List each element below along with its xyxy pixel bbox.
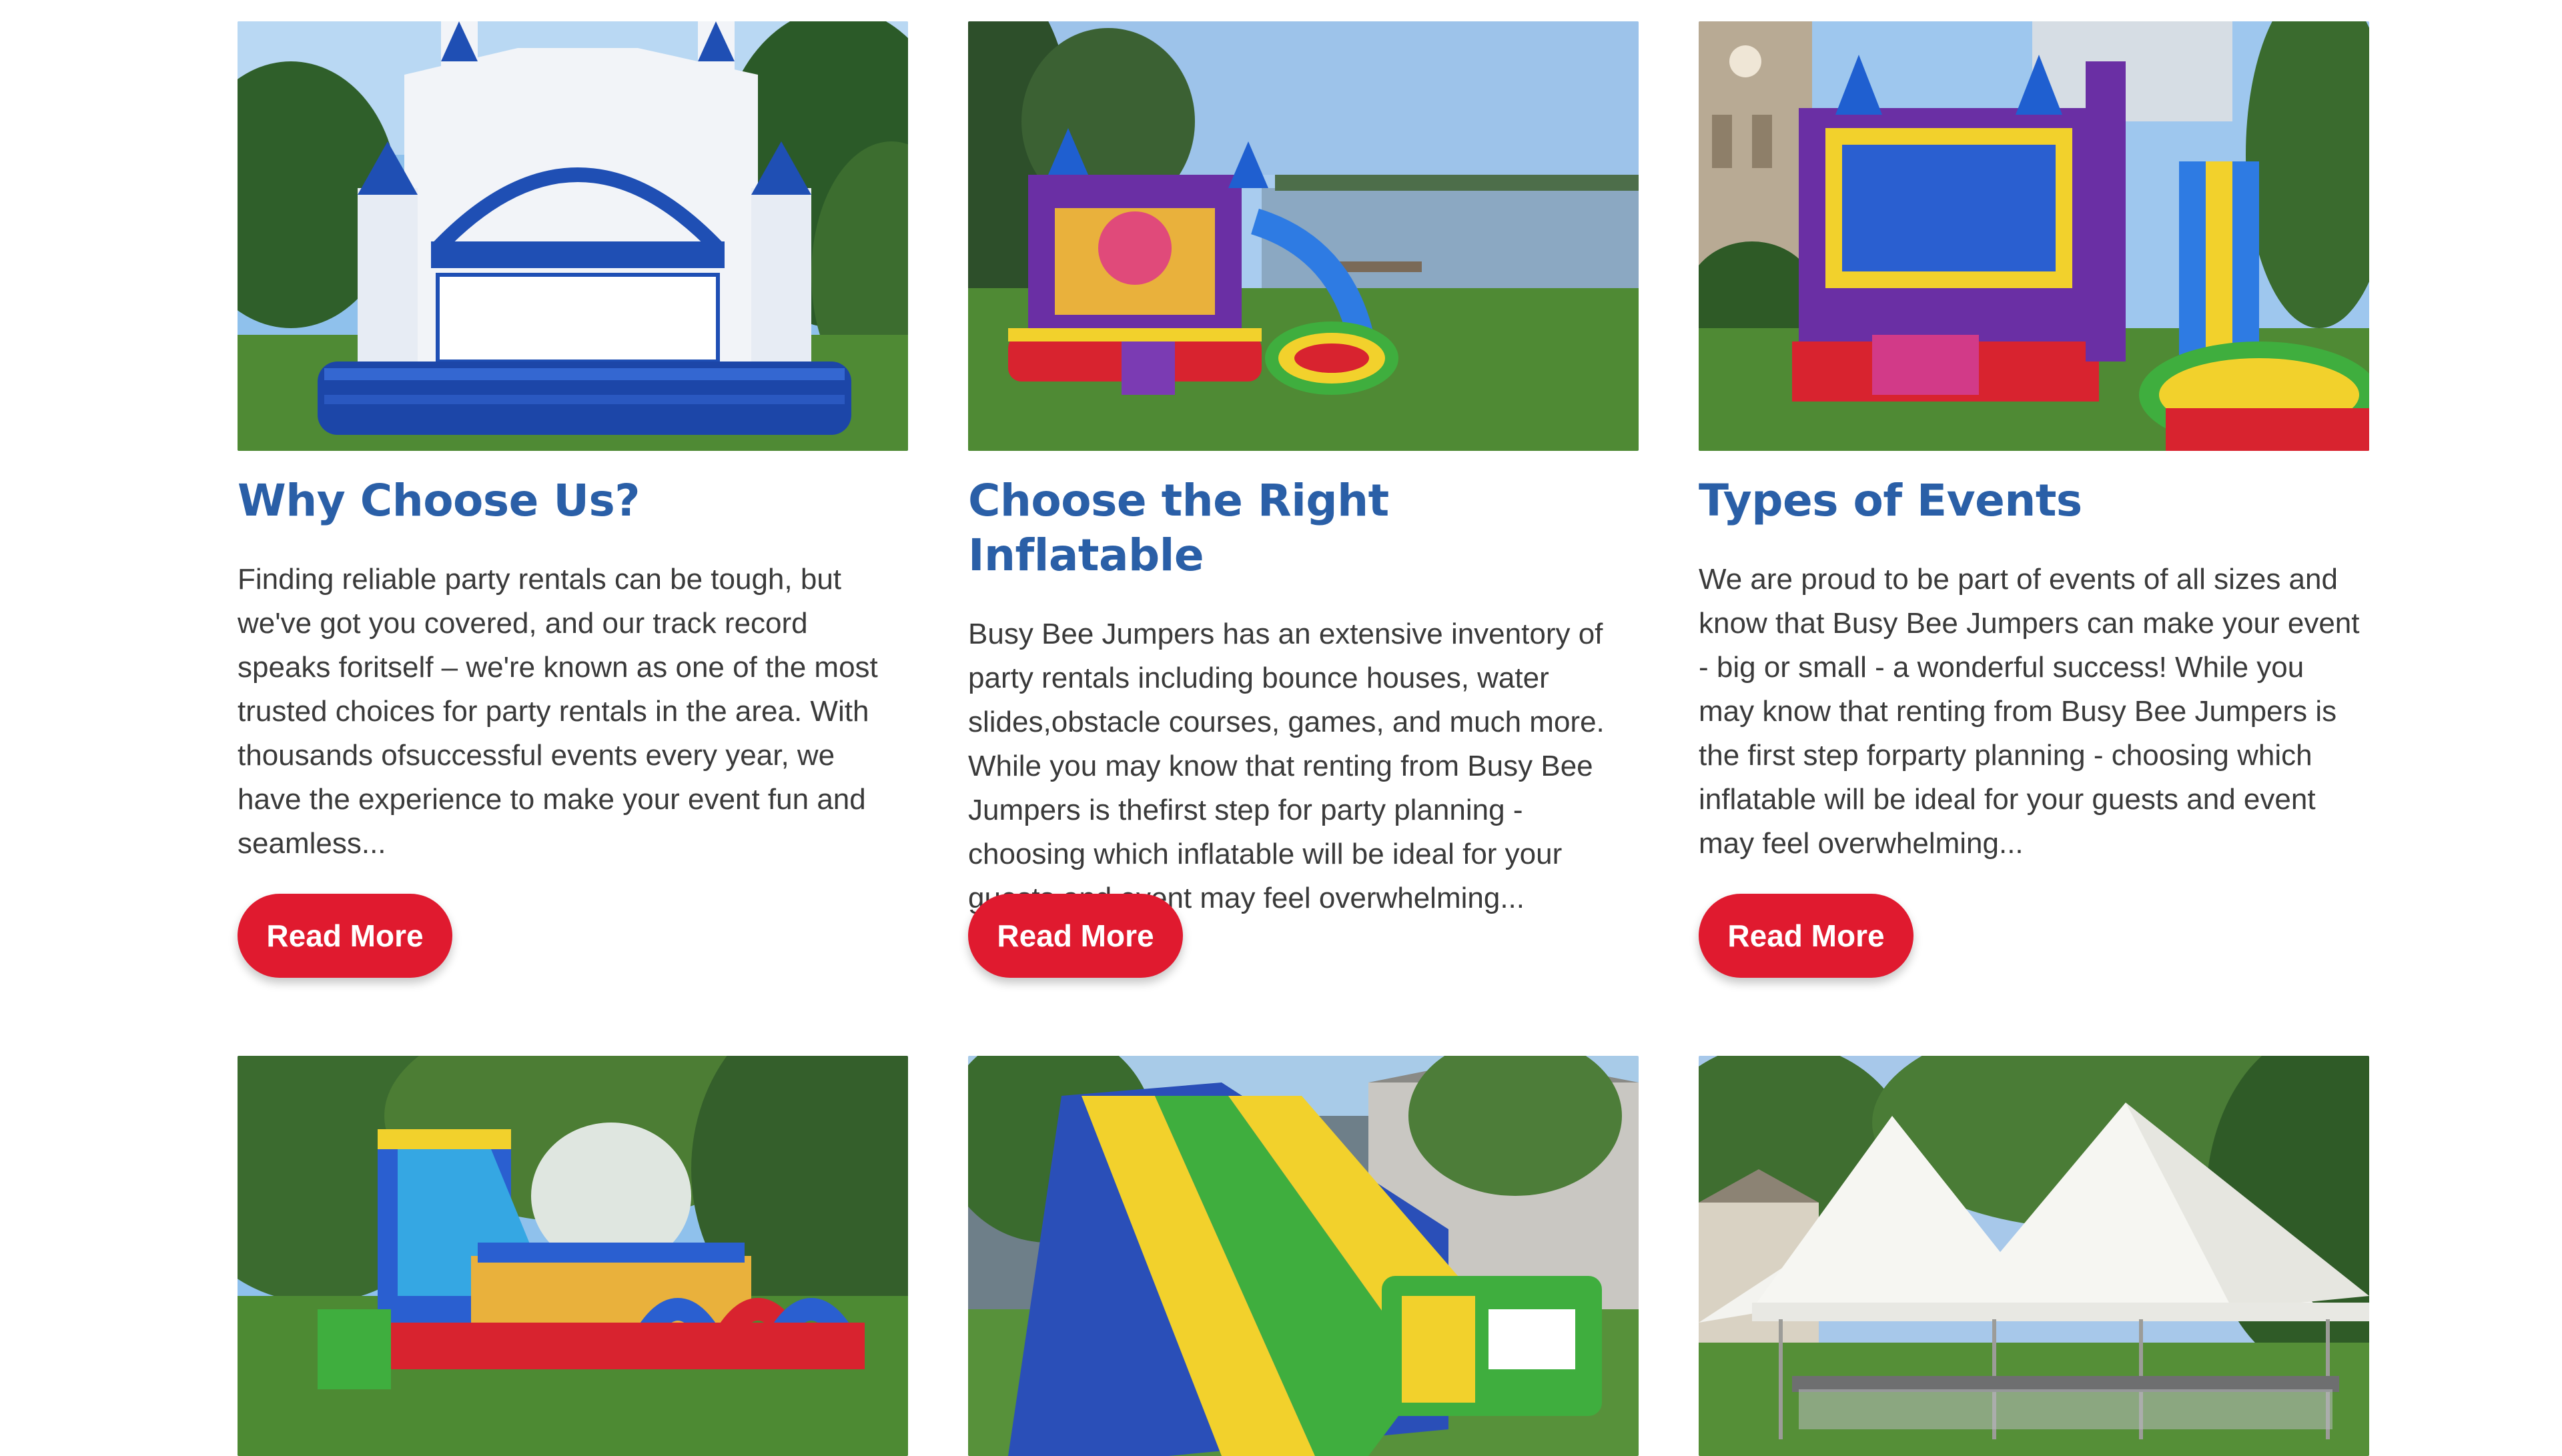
read-more-button[interactable]: Read More bbox=[1699, 894, 1913, 978]
card-choose-inflatable: Choose the Right Inflatable Busy Bee Jum… bbox=[968, 21, 1639, 1055]
card-excerpt: Busy Bee Jumpers has an extensive invent… bbox=[968, 618, 1605, 914]
card-title[interactable]: Choose the Right Inflatable bbox=[968, 474, 1639, 583]
castle-combo-city-image[interactable] bbox=[1699, 21, 2369, 451]
read-more-button[interactable]: Read More bbox=[968, 894, 1183, 978]
party-tent-image[interactable] bbox=[1699, 1056, 2369, 1456]
water-slide-image[interactable] bbox=[968, 1056, 1639, 1456]
blog-card-row: Why Choose Us? Finding reliable party re… bbox=[238, 21, 2370, 1055]
card-why-choose-us: Why Choose Us? Finding reliable party re… bbox=[238, 21, 908, 1055]
card-types-of-events: Types of Events We are proud to be part … bbox=[1699, 21, 2369, 1055]
card-title[interactable]: Types of Events bbox=[1699, 474, 2369, 528]
card-water-slide bbox=[968, 1056, 1639, 1456]
castle-bounce-house-image[interactable] bbox=[238, 21, 908, 451]
card-excerpt: We are proud to be part of events of all… bbox=[1699, 563, 2360, 860]
card-party-tents bbox=[1699, 1056, 2369, 1456]
obstacle-course-image[interactable] bbox=[238, 1056, 908, 1456]
card-obstacle-course bbox=[238, 1056, 908, 1456]
combo-bounce-house-harbor-image[interactable] bbox=[968, 21, 1639, 451]
card-excerpt: Finding reliable party rentals can be to… bbox=[238, 563, 878, 860]
card-title[interactable]: Why Choose Us? bbox=[238, 474, 908, 528]
blog-card-row-2 bbox=[238, 1056, 2370, 1456]
read-more-button[interactable]: Read More bbox=[238, 894, 452, 978]
